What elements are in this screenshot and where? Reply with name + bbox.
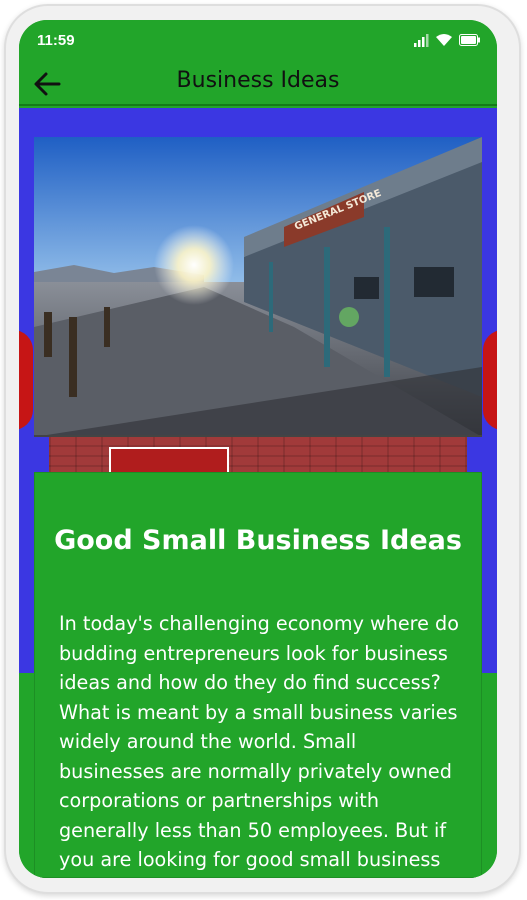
article-title: Good Small Business Ideas bbox=[54, 525, 462, 556]
hero-image: GENERAL STORE bbox=[34, 137, 482, 437]
side-tab-right bbox=[483, 330, 497, 430]
app-title: Business Ideas bbox=[176, 68, 340, 93]
brick-wall-strip bbox=[49, 437, 467, 477]
app-bar: Business Ideas bbox=[19, 60, 497, 106]
side-tab-left bbox=[19, 330, 33, 430]
general-store-photo: GENERAL STORE bbox=[34, 137, 482, 435]
article-card: Good Small Business Ideas In today's cha… bbox=[34, 472, 482, 878]
battery-icon bbox=[459, 34, 480, 46]
status-bar: 11:59 bbox=[19, 20, 497, 60]
app-screen: 11:59 Business Ideas GENERAL STORE Good … bbox=[19, 20, 497, 878]
wifi-icon bbox=[436, 34, 452, 46]
status-icons bbox=[413, 33, 481, 47]
status-time: 11:59 bbox=[37, 32, 75, 49]
signal-icon bbox=[414, 34, 429, 47]
article-body: In today's challenging economy where do … bbox=[59, 612, 459, 878]
